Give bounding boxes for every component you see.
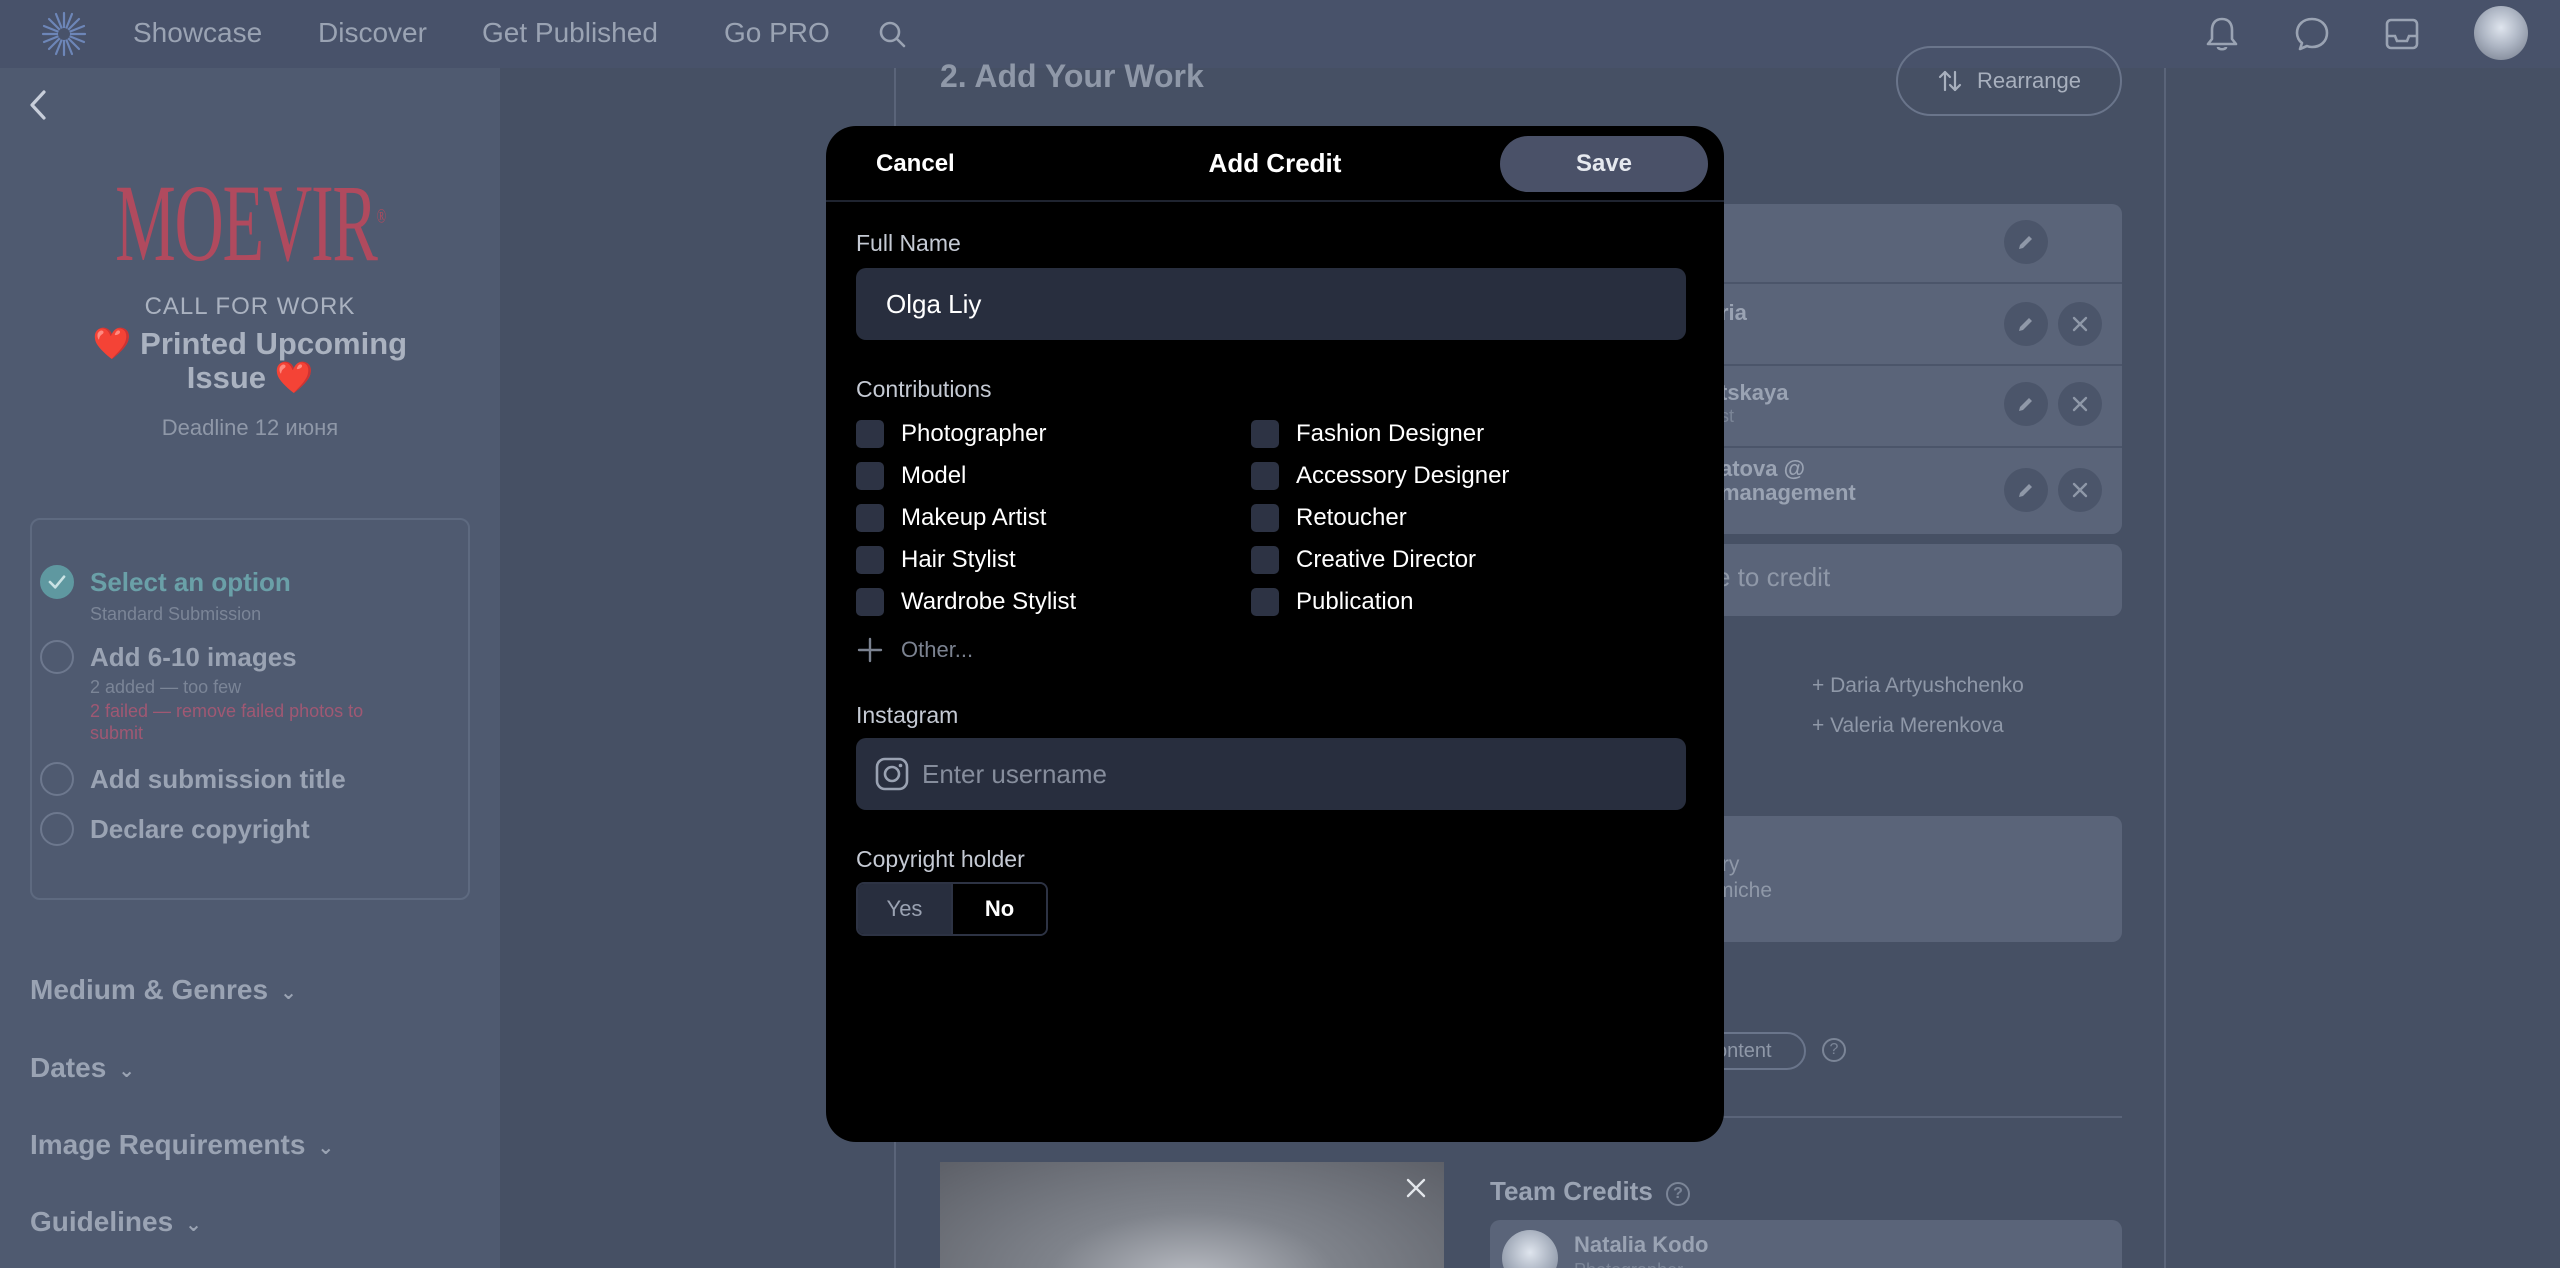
checkbox-retoucher[interactable]: Retoucher xyxy=(1251,504,1407,532)
nav-get-published[interactable]: Get Published xyxy=(482,17,658,49)
step-title: Declare copyright xyxy=(90,814,310,844)
accordion-dates[interactable]: Dates ⌄ xyxy=(30,1052,135,1084)
user-avatar[interactable] xyxy=(2474,6,2528,60)
accordion-guidelines[interactable]: Guidelines ⌄ xyxy=(30,1206,202,1238)
rearrange-button[interactable]: Rearrange xyxy=(1896,46,2122,116)
plus-icon xyxy=(857,637,883,663)
help-icon[interactable]: ? xyxy=(1822,1038,1846,1062)
accordion-image-requirements[interactable]: Image Requirements ⌄ xyxy=(30,1129,334,1161)
accordion-medium-genres[interactable]: Medium & Genres ⌄ xyxy=(30,974,297,1006)
save-button[interactable]: Save xyxy=(1500,136,1708,192)
step-title: Add 6-10 images xyxy=(90,642,297,672)
add-other-contribution[interactable]: Other... xyxy=(856,636,973,664)
edit-icon[interactable] xyxy=(2004,468,2048,512)
avatar xyxy=(1502,1230,1558,1268)
remove-icon[interactable] xyxy=(2058,302,2102,346)
copyright-label: Copyright holder xyxy=(856,846,1025,872)
step-title: Add submission title xyxy=(90,764,346,794)
team-member-name: Natalia Kodo xyxy=(1574,1232,1709,1257)
checkbox-box[interactable] xyxy=(1251,546,1279,574)
heart-icon: ❤️ xyxy=(274,360,314,395)
modal-header: Cancel Add Credit Save xyxy=(826,126,1724,202)
instagram-icon xyxy=(875,757,909,791)
credit-name: atova @ xyxy=(1720,456,1806,481)
step-error: 2 failed — remove failed photos to submi… xyxy=(90,701,364,743)
bell-icon[interactable] xyxy=(2202,14,2242,54)
uploaded-photo[interactable] xyxy=(940,1162,1444,1268)
cancel-button[interactable]: Cancel xyxy=(876,150,955,178)
copyright-yes-option[interactable]: Yes xyxy=(858,884,951,934)
close-icon[interactable] xyxy=(1402,1174,1430,1202)
checkbox-box[interactable] xyxy=(1251,462,1279,490)
chat-bubble-icon[interactable] xyxy=(2292,14,2332,54)
checkbox-box[interactable] xyxy=(1251,420,1279,448)
chevron-down-icon: ⌄ xyxy=(185,1214,202,1236)
nav-go-pro[interactable]: Go PRO xyxy=(724,17,830,49)
section-title: 2. Add Your Work xyxy=(940,58,1204,94)
checkbox-makeup-artist[interactable]: Makeup Artist xyxy=(856,504,1046,532)
deadline-text: Deadline 12 июня xyxy=(161,415,339,440)
suggested-credit[interactable]: + Valeria Merenkova xyxy=(1812,714,2004,738)
step-subtitle: 2 added — too few xyxy=(90,677,242,697)
empty-circle-icon xyxy=(40,812,74,846)
suggested-credit[interactable]: + Daria Artyushchenko xyxy=(1812,674,2024,698)
magazine-logo: MOEVIR® xyxy=(115,162,386,284)
team-credit-row: Natalia Kodo Photographer xyxy=(1490,1220,2122,1268)
credit-name: ria xyxy=(1720,300,1747,325)
chevron-down-icon: ⌄ xyxy=(118,1060,136,1082)
checkbox-accessory-designer[interactable]: Accessory Designer xyxy=(1251,462,1509,490)
team-member-role: Photographer xyxy=(1574,1260,1683,1268)
copyright-toggle: Yes No xyxy=(856,882,1048,936)
checkbox-box[interactable] xyxy=(856,504,884,532)
checkbox-box[interactable] xyxy=(1251,588,1279,616)
step-title: Select an option xyxy=(90,567,291,597)
step-subtitle: Standard Submission xyxy=(90,604,262,624)
credit-name: management xyxy=(1720,480,1856,505)
checkbox-box[interactable] xyxy=(856,420,884,448)
team-credits-heading: Team Credits ? xyxy=(1490,1176,1691,1208)
checkbox-wardrobe-stylist[interactable]: Wardrobe Stylist xyxy=(856,588,1076,616)
help-icon[interactable]: ? xyxy=(1666,1182,1691,1206)
chevron-down-icon: ⌄ xyxy=(317,1137,335,1159)
checkbox-box[interactable] xyxy=(856,588,884,616)
edit-icon[interactable] xyxy=(2004,382,2048,426)
top-navigation: Showcase Discover Get Published Go PRO xyxy=(0,0,2560,68)
sort-arrows-icon xyxy=(1938,70,1962,92)
checkbox-box[interactable] xyxy=(856,546,884,574)
credit-name: tskaya xyxy=(1720,380,1789,405)
heart-icon: ❤️ xyxy=(92,326,132,361)
instagram-label: Instagram xyxy=(856,702,959,728)
edit-icon[interactable] xyxy=(2004,302,2048,346)
nav-discover[interactable]: Discover xyxy=(318,17,427,49)
checkbox-publication[interactable]: Publication xyxy=(1251,588,1413,616)
instagram-input[interactable]: Enter username xyxy=(856,738,1686,810)
search-icon[interactable] xyxy=(876,18,908,50)
remove-icon[interactable] xyxy=(2058,468,2102,512)
checkbox-fashion-designer[interactable]: Fashion Designer xyxy=(1251,420,1484,448)
remove-icon[interactable] xyxy=(2058,382,2102,426)
empty-circle-icon xyxy=(40,640,74,674)
chevron-down-icon: ⌄ xyxy=(280,982,297,1004)
call-label: CALL FOR WORK xyxy=(144,293,356,320)
checkbox-creative-director[interactable]: Creative Director xyxy=(1251,546,1476,574)
copyright-no-option[interactable]: No xyxy=(951,884,1046,934)
checkbox-photographer[interactable]: Photographer xyxy=(856,420,1046,448)
inbox-icon[interactable] xyxy=(2382,14,2422,54)
contributions-label: Contributions xyxy=(856,376,992,402)
call-title: ❤️ Printed Upcoming Issue ❤️ xyxy=(92,326,408,395)
edit-icon[interactable] xyxy=(2004,220,2048,264)
starburst-logo-icon[interactable] xyxy=(40,10,88,58)
full-name-input[interactable]: Olga Liy xyxy=(856,268,1686,340)
checkbox-box[interactable] xyxy=(856,462,884,490)
checkbox-hair-stylist[interactable]: Hair Stylist xyxy=(856,546,1016,574)
full-name-label: Full Name xyxy=(856,230,961,256)
checkbox-model[interactable]: Model xyxy=(856,462,966,490)
nav-showcase[interactable]: Showcase xyxy=(133,17,262,49)
check-circle-icon xyxy=(40,565,74,599)
checkbox-box[interactable] xyxy=(1251,504,1279,532)
add-credit-modal: Cancel Add Credit Save Full Name Olga Li… xyxy=(826,126,1724,1142)
empty-circle-icon xyxy=(40,762,74,796)
back-arrow-icon[interactable] xyxy=(24,88,52,122)
